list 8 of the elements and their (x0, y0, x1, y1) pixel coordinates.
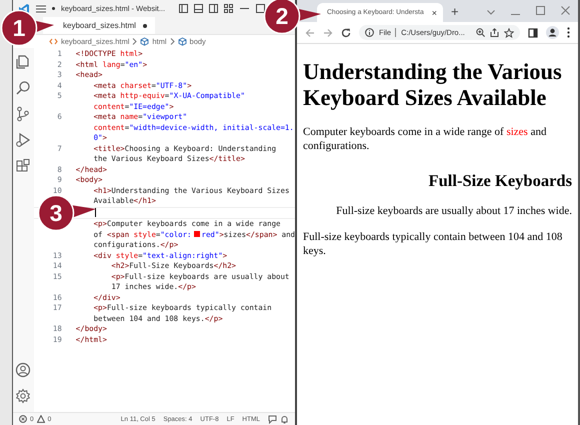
paragraph: Full-size keyboards typically contain between 104 and 108 keys. (303, 230, 564, 258)
paragraph: Full-size keyboards are usually about 17 inches wide. (335, 204, 572, 219)
page-heading: Understanding the Various Keyboard Sizes Available (303, 59, 563, 111)
new-tab-button[interactable]: + (451, 4, 459, 19)
editor-tab[interactable]: keyboard_sizes.html (43, 17, 155, 34)
tab-close-button[interactable]: × (432, 8, 437, 18)
intro-paragraph: Computer keyboards come in a wide range of sizes and configurations. (303, 124, 548, 154)
section-heading: Full-Size Keyboards (428, 171, 572, 192)
